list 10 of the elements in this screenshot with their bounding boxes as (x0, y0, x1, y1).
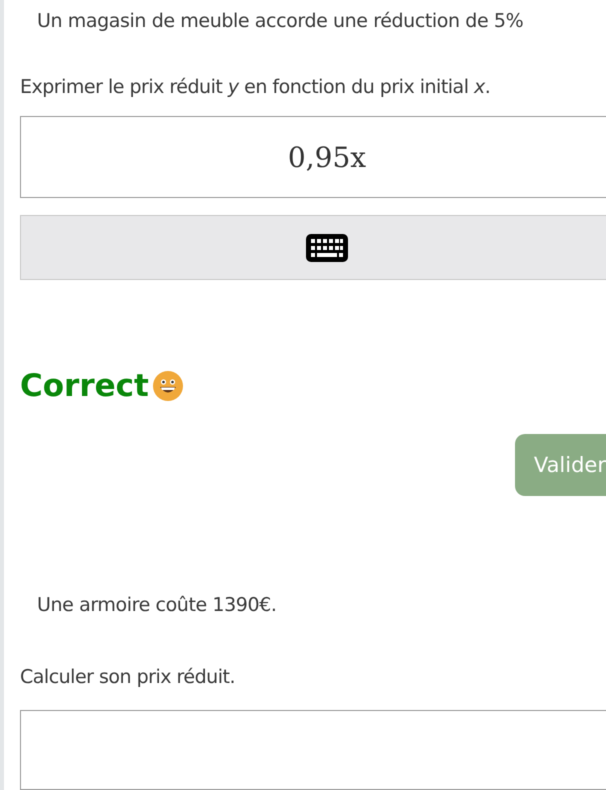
keyboard-toggle-button[interactable] (20, 215, 606, 280)
problem-statement: Un magasin de meuble accorde une réduction de 5% (36, 9, 524, 32)
keyboard-icon (306, 234, 348, 262)
answer-field[interactable]: 0,95x (20, 116, 606, 198)
smiley-icon (152, 371, 183, 401)
question-prompt: Calculer son prix réduit. (20, 666, 236, 688)
question-prompt: Exprimer le prix réduit y en fonction du prix initial x. (20, 76, 492, 98)
feedback-text: Correct (20, 368, 149, 404)
answer-field[interactable] (20, 710, 606, 790)
problem-statement: Une armoire coûte 1390€. (36, 594, 278, 616)
